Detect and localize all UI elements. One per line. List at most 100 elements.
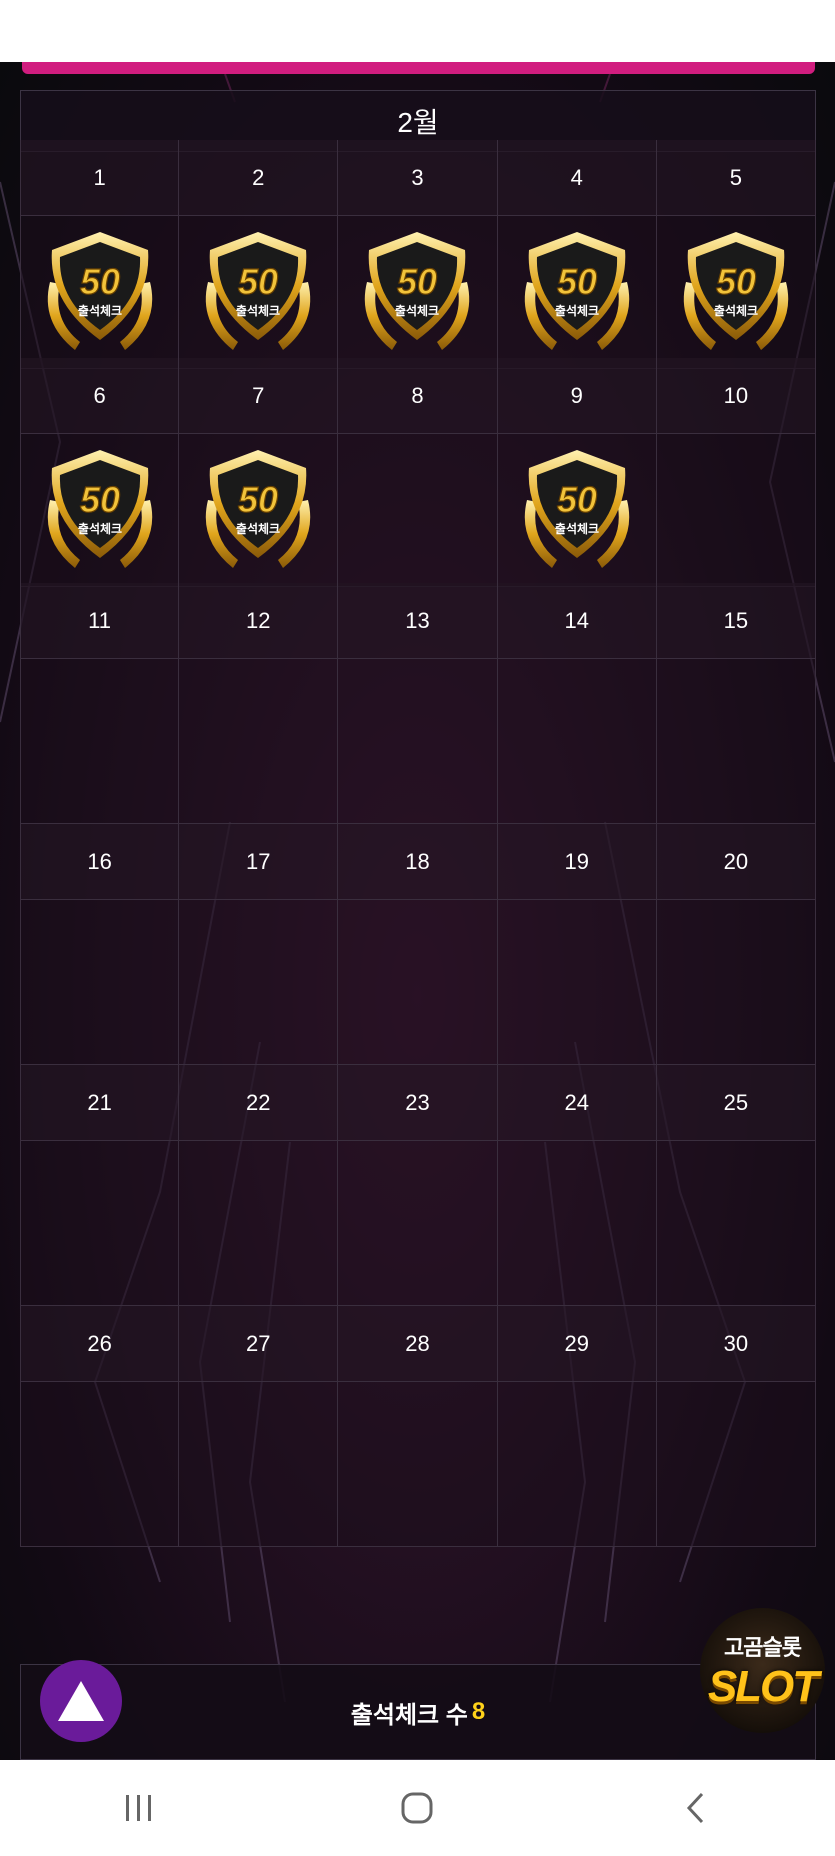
badge-number: 50 bbox=[557, 479, 597, 520]
calendar-day-number: 22 bbox=[179, 1065, 339, 1141]
calendar-day-number: 15 bbox=[656, 583, 816, 659]
calendar-day-number: 18 bbox=[338, 824, 498, 900]
calendar-day-cell bbox=[20, 1141, 180, 1306]
badge-label: 출석체크 bbox=[714, 303, 758, 318]
recent-apps-icon bbox=[126, 1795, 152, 1821]
calendar-day-number: 2 bbox=[179, 140, 339, 216]
calendar-day-cell bbox=[497, 659, 657, 824]
calendar-day-number: 26 bbox=[20, 1306, 180, 1382]
attendance-medal-icon: 50 출석체크 bbox=[206, 232, 311, 350]
calendar-day-number: 10 bbox=[656, 358, 816, 434]
badge-number: 50 bbox=[716, 261, 756, 302]
attendance-count-value: 8 bbox=[471, 1698, 486, 1725]
calendar-day-cell bbox=[656, 900, 816, 1065]
back-button[interactable] bbox=[636, 1773, 756, 1843]
calendar-day-number: 29 bbox=[497, 1306, 657, 1382]
calendar-week-header: 6 7 8 9 10 bbox=[20, 358, 816, 434]
calendar-day-cell: 50 출석체크 bbox=[497, 216, 657, 369]
attendance-medal-icon: 50 출석체크 bbox=[524, 232, 629, 350]
calendar-day-number: 9 bbox=[497, 358, 657, 434]
attendance-medal-icon: 50 출석체크 bbox=[47, 232, 152, 350]
recent-apps-button[interactable] bbox=[79, 1773, 199, 1843]
calendar-day-cell bbox=[20, 900, 180, 1065]
calendar-day-cell bbox=[338, 900, 498, 1065]
badge-label: 출석체크 bbox=[555, 303, 599, 318]
calendar-day-number: 8 bbox=[338, 358, 498, 434]
calendar-day-number: 24 bbox=[497, 1065, 657, 1141]
calendar-day-number: 4 bbox=[497, 140, 657, 216]
calendar-day-cell bbox=[338, 1382, 498, 1547]
triangle-up-icon bbox=[58, 1681, 104, 1721]
calendar-day-cell bbox=[179, 659, 339, 824]
calendar-week-header: 16 17 18 19 20 bbox=[20, 824, 816, 900]
calendar-day-cell bbox=[656, 1382, 816, 1547]
calendar-week-body bbox=[20, 1382, 816, 1547]
calendar-day-number: 14 bbox=[497, 583, 657, 659]
slot-logo-text: 고곰슬롯 bbox=[724, 1634, 802, 1660]
calendar-day-cell: 50 출석체크 bbox=[338, 216, 498, 369]
attendance-medal-icon: 50 출석체크 bbox=[524, 450, 629, 568]
calendar-day-number: 5 bbox=[656, 140, 816, 216]
attendance-count-label: 출석체크 수 bbox=[350, 1701, 468, 1729]
calendar-day-cell: 50 출석체크 bbox=[20, 434, 180, 587]
system-nav-bar bbox=[0, 1760, 835, 1856]
attendance-medal-icon: 50 출석체크 bbox=[365, 232, 470, 350]
back-icon bbox=[686, 1792, 703, 1824]
calendar-day-number: 12 bbox=[179, 583, 339, 659]
calendar-day-cell: 50 출석체크 bbox=[497, 434, 657, 587]
calendar-day-cell: 50 출석체크 bbox=[656, 216, 816, 369]
calendar-day-cell: 50 출석체크 bbox=[20, 216, 180, 369]
home-button[interactable] bbox=[357, 1773, 477, 1843]
home-icon bbox=[401, 1792, 433, 1824]
calendar-day-number: 27 bbox=[179, 1306, 339, 1382]
attendance-medal-icon: 50 출석체크 bbox=[683, 232, 789, 350]
badge-label: 출석체크 bbox=[78, 521, 122, 536]
calendar-day-cell bbox=[656, 434, 816, 587]
badge-number: 50 bbox=[80, 261, 120, 302]
badge-number: 50 bbox=[238, 261, 278, 302]
attendance-count-bar: 출석체크 수 8 bbox=[20, 1664, 816, 1760]
calendar-day-cell: 50 출석체크 bbox=[179, 434, 339, 587]
calendar-week-header: 12345 bbox=[20, 140, 816, 216]
calendar-day-cell bbox=[179, 900, 339, 1065]
calendar-day-cell bbox=[338, 434, 498, 587]
calendar-day-cell bbox=[338, 1141, 498, 1306]
calendar-day-number: 16 bbox=[20, 824, 180, 900]
attendance-medal-icon: 50 출석체크 bbox=[206, 450, 311, 568]
calendar-day-number: 19 bbox=[497, 824, 657, 900]
calendar-week-body bbox=[20, 659, 816, 824]
calendar-day-number: 20 bbox=[656, 824, 816, 900]
slot-logo[interactable]: 고곰슬롯 SLOT bbox=[700, 1608, 825, 1733]
attendance-medal-icon: 50 출석체크 bbox=[47, 450, 152, 568]
calendar-day-cell bbox=[497, 1141, 657, 1306]
calendar-day-number: 3 bbox=[338, 140, 498, 216]
calendar-day-cell bbox=[497, 900, 657, 1065]
scroll-top-button[interactable] bbox=[40, 1660, 122, 1742]
calendar-week-body: 50 출석체크 50 출석체크 bbox=[20, 216, 816, 369]
accent-bar bbox=[22, 62, 815, 74]
badge-label: 출석체크 bbox=[236, 303, 280, 318]
calendar-week-header: 11 12 13 14 15 bbox=[20, 583, 816, 659]
calendar-day-cell bbox=[20, 659, 180, 824]
badge-number: 50 bbox=[557, 261, 597, 302]
calendar-day-number: 13 bbox=[338, 583, 498, 659]
slot-logo-mark: SLOT bbox=[707, 1661, 819, 1711]
calendar-week-body bbox=[20, 1141, 816, 1306]
badge-label: 출석체크 bbox=[395, 303, 439, 318]
calendar-day-cell bbox=[656, 1141, 816, 1306]
status-bar-area bbox=[0, 0, 835, 62]
calendar-day-number: 1 bbox=[20, 140, 180, 216]
calendar-day-cell bbox=[179, 1141, 339, 1306]
badge-label: 출석체크 bbox=[78, 303, 122, 318]
badge-number: 50 bbox=[397, 261, 437, 302]
calendar-week-body: 50 출석체크 50 출석체크 bbox=[20, 434, 816, 587]
calendar-day-number: 30 bbox=[656, 1306, 816, 1382]
calendar-day-cell: 50 출석체크 bbox=[179, 216, 339, 369]
calendar-day-number: 17 bbox=[179, 824, 339, 900]
calendar-day-cell bbox=[656, 659, 816, 824]
badge-label: 출석체크 bbox=[555, 521, 599, 536]
calendar-day-number: 6 bbox=[20, 358, 180, 434]
badge-number: 50 bbox=[238, 479, 278, 520]
badge-number: 50 bbox=[80, 479, 120, 520]
calendar-day-cell bbox=[179, 1382, 339, 1547]
